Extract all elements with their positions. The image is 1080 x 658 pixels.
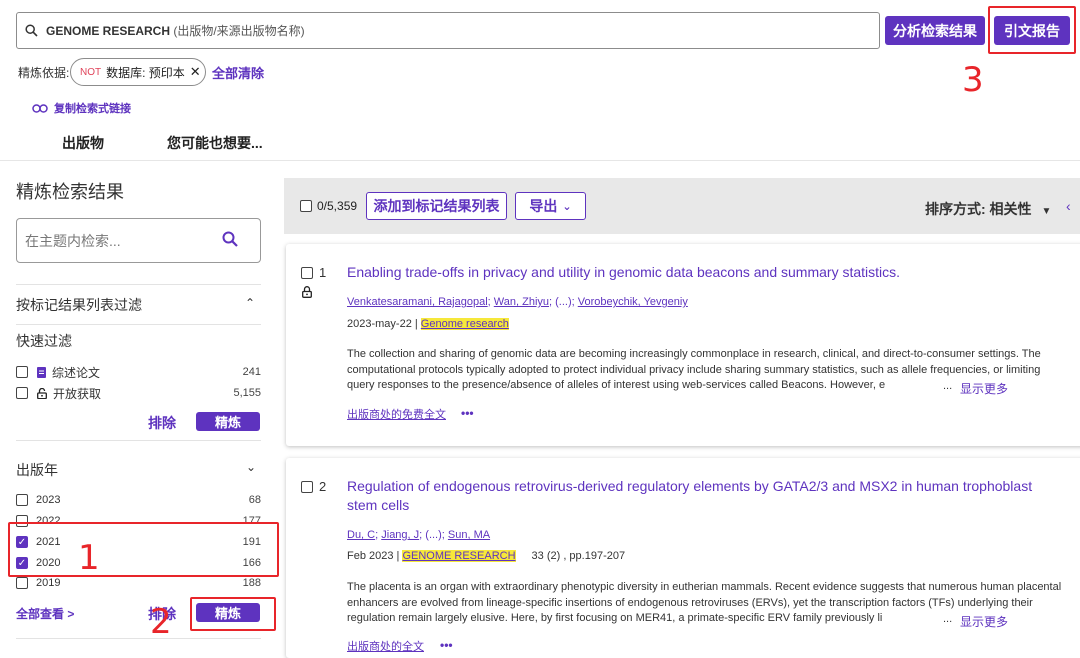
show-more-link[interactable]: 显示更多	[960, 613, 1008, 630]
search-placeholder: 在主题内检索...	[25, 232, 121, 249]
quick-filter-heading: 快速过滤	[16, 333, 72, 349]
author-link[interactable]: Sun, MA	[448, 529, 490, 541]
checkbox[interactable]	[300, 200, 312, 212]
exclude-button[interactable]: 排除	[148, 413, 176, 433]
unlock-icon	[302, 286, 312, 298]
record-authors: Du, C; Jiang, J; (...); Sun, MA	[347, 529, 491, 541]
author-link[interactable]: Wan, Zhiyu	[494, 296, 549, 308]
year-filter-2019[interactable]: 2019 188	[16, 577, 261, 589]
add-to-marked-list-button[interactable]: 添加到标记结果列表	[366, 192, 507, 220]
refine-filter-chip[interactable]: NOT 数据库: 预印本 ✕	[70, 58, 206, 86]
checkbox[interactable]	[16, 494, 28, 506]
free-fulltext-link[interactable]: 出版商处的免费全文	[347, 406, 446, 422]
link-icon	[32, 103, 48, 113]
record-authors: Venkatesaramani, Rajagopal; Wan, Zhiyu; …	[347, 296, 688, 308]
year-label: 2019	[36, 577, 61, 589]
search-icon	[25, 24, 38, 37]
copy-query-link[interactable]: 复制检索式链接	[32, 100, 131, 116]
record-select[interactable]: 1	[301, 265, 326, 280]
ellipsis: ...	[943, 380, 953, 392]
journal-link[interactable]: Genome research	[420, 318, 509, 330]
selected-count: 0/5,359	[317, 199, 358, 213]
annotation-box-2	[190, 597, 276, 631]
year-count: 188	[242, 577, 261, 589]
chip-text: 数据库: 预印本	[106, 65, 185, 80]
filter-label: 开放获取	[53, 386, 102, 401]
document-icon	[37, 366, 46, 378]
export-label: 导出	[529, 198, 558, 214]
unlock-icon	[37, 387, 47, 399]
close-icon[interactable]: ✕	[190, 64, 201, 80]
annotation-number-2: 2	[150, 602, 172, 642]
checkbox[interactable]	[16, 577, 28, 589]
filter-label: 综述论文	[52, 365, 101, 380]
checkbox[interactable]	[16, 387, 28, 399]
annotation-number-3: 3	[962, 60, 984, 100]
clear-all-link[interactable]: 全部清除	[212, 63, 264, 82]
tab-you-may-also-like[interactable]: 您可能也想要...	[167, 133, 263, 153]
journal-link[interactable]: GENOME RESEARCH	[402, 550, 516, 562]
quick-filter-review[interactable]: 综述论文 241	[16, 364, 261, 380]
author-link[interactable]: Vorobeychik, Yevgeniy	[578, 296, 688, 308]
chevron-down-icon: ⌄	[562, 200, 572, 213]
fulltext-link[interactable]: 出版商处的全文	[347, 638, 424, 654]
sort-label: 排序方式: 相关性	[925, 201, 1032, 217]
show-more-link[interactable]: 显示更多	[960, 380, 1008, 397]
author-link[interactable]: Du, C	[347, 529, 375, 541]
annotation-box-1	[8, 522, 279, 577]
record-title-link[interactable]: Regulation of endogenous retrovirus-deri…	[347, 477, 1057, 515]
checkbox[interactable]	[16, 366, 28, 378]
marked-list-filter-heading[interactable]: 按标记结果列表过滤	[16, 295, 142, 315]
sidebar-search-input[interactable]: 在主题内检索...	[16, 218, 261, 263]
divider	[16, 638, 261, 639]
checkbox[interactable]	[301, 480, 313, 493]
author-link[interactable]: Jiang, J	[381, 529, 419, 541]
select-all[interactable]: 0/5,359	[300, 199, 357, 213]
pub-year-heading[interactable]: 出版年	[16, 460, 58, 480]
divider	[16, 284, 261, 285]
year-count: 68	[248, 494, 261, 506]
view-all-link[interactable]: 全部查看 >	[16, 605, 74, 622]
record-title-link[interactable]: Enabling trade-offs in privacy and utili…	[347, 263, 1067, 282]
refine-by-label: 精炼依据:	[18, 66, 70, 80]
not-tag: NOT	[80, 66, 102, 78]
more-options-icon[interactable]: •••	[461, 406, 474, 420]
divider	[16, 324, 261, 325]
filter-count: 5,155	[233, 387, 261, 399]
more-options-icon[interactable]: •••	[440, 638, 453, 652]
record-meta: Feb 2023 | GENOME RESEARCH 33 (2) , pp.19…	[347, 550, 626, 562]
search-query: GENOME RESEARCH (出版物/来源出版物名称)	[46, 24, 305, 38]
quick-filter-open-access[interactable]: 开放获取 5,155	[16, 385, 261, 401]
year-label: 2023	[36, 494, 61, 506]
divider	[0, 160, 1080, 161]
record-select[interactable]: 2	[301, 479, 326, 494]
analyze-results-button[interactable]: 分析检索结果	[885, 16, 985, 45]
ellipsis: ...	[943, 613, 953, 625]
sort-dropdown[interactable]: 排序方式: 相关性 ▼	[925, 199, 1051, 219]
sidebar-title: 精炼检索结果	[16, 182, 124, 202]
chevron-up-icon[interactable]: ⌃	[245, 296, 255, 310]
divider	[16, 440, 261, 441]
record-number: 1	[319, 265, 327, 280]
record-abstract: The collection and sharing of genomic da…	[347, 348, 1041, 391]
chevron-down-icon[interactable]: ⌄	[246, 460, 256, 474]
annotation-number-1: 1	[78, 538, 100, 578]
search-input[interactable]: GENOME RESEARCH (出版物/来源出版物名称)	[16, 12, 880, 49]
filter-count: 241	[242, 366, 261, 378]
record-meta: 2023-may-22 | Genome research	[347, 318, 509, 330]
caret-down-icon: ▼	[1041, 206, 1052, 217]
chevron-left-icon[interactable]: ‹	[1066, 198, 1071, 214]
refine-button[interactable]: 精炼	[196, 412, 260, 431]
copy-link-label: 复制检索式链接	[54, 103, 131, 115]
export-button[interactable]: 导出 ⌄	[515, 192, 586, 220]
checkbox[interactable]	[301, 266, 313, 279]
record-abstract: The placenta is an organ with extraordin…	[347, 581, 1062, 624]
search-icon[interactable]	[222, 231, 238, 250]
annotation-box-3	[988, 6, 1076, 54]
author-link[interactable]: Venkatesaramani, Rajagopal	[347, 296, 488, 308]
year-filter-2023[interactable]: 2023 68	[16, 493, 261, 507]
record-number: 2	[319, 479, 327, 494]
tab-publications[interactable]: 出版物	[62, 133, 104, 153]
